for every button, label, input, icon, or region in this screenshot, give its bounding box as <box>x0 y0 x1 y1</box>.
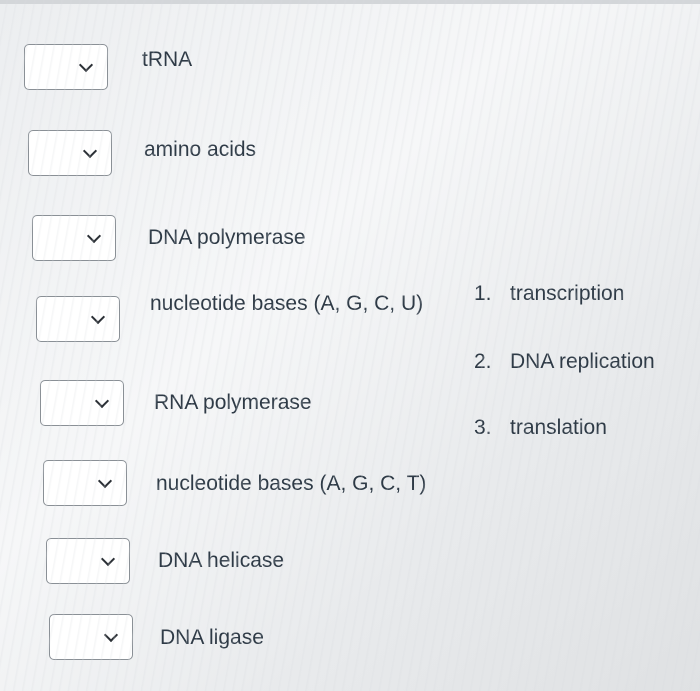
option-number: 2. <box>474 350 492 373</box>
top-border <box>0 0 700 4</box>
match-row <box>36 296 120 342</box>
answer-dropdown[interactable] <box>40 380 124 426</box>
option-number: 1. <box>474 282 492 305</box>
item-label: RNA polymerase <box>154 391 312 414</box>
screen-glare <box>0 0 700 691</box>
match-row <box>46 538 130 584</box>
option-label: DNA replication <box>510 350 655 373</box>
option-label: translation <box>510 416 607 439</box>
item-label: nucleotide bases (A, G, C, U) <box>150 292 424 315</box>
item-label: DNA polymerase <box>148 226 306 249</box>
item-label: DNA helicase <box>158 549 285 572</box>
option-label: transcription <box>510 282 625 305</box>
match-row <box>40 380 124 426</box>
answer-dropdown[interactable] <box>49 614 133 660</box>
match-row <box>32 215 116 261</box>
match-row <box>24 44 108 90</box>
chevron-down-icon <box>86 228 102 244</box>
answer-dropdown[interactable] <box>46 538 130 584</box>
item-label: nucleotide bases (A, G, C, T) <box>156 472 427 495</box>
chevron-down-icon <box>103 627 119 643</box>
item-label: amino acids <box>144 138 257 161</box>
option-number: 3. <box>474 416 492 439</box>
match-row <box>28 130 112 176</box>
chevron-down-icon <box>100 551 116 567</box>
chevron-down-icon <box>94 393 110 409</box>
answer-dropdown[interactable] <box>28 130 112 176</box>
option-item: 1. transcription <box>474 282 624 306</box>
chevron-down-icon <box>78 57 94 73</box>
option-item: 2. DNA replication <box>474 350 655 374</box>
answer-dropdown[interactable] <box>36 296 120 342</box>
chevron-down-icon <box>97 473 113 489</box>
match-row <box>43 460 127 506</box>
answer-dropdown[interactable] <box>24 44 108 90</box>
match-row <box>49 614 133 660</box>
item-label: DNA ligase <box>160 626 264 649</box>
answer-dropdown[interactable] <box>32 215 116 261</box>
item-label: tRNA <box>142 48 193 71</box>
option-item: 3. translation <box>474 416 607 440</box>
chevron-down-icon <box>90 309 106 325</box>
answer-dropdown[interactable] <box>43 460 127 506</box>
chevron-down-icon <box>82 143 98 159</box>
